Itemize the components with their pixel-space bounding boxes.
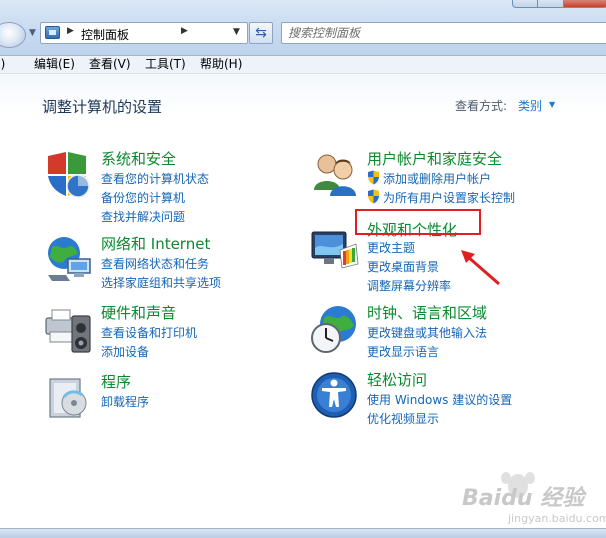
highlight-box <box>355 209 481 235</box>
search-box[interactable] <box>281 22 606 44</box>
menu-view[interactable]: 查看(V) <box>89 56 145 73</box>
ease-of-access-icon[interactable] <box>310 371 360 421</box>
address-dropdown-icon[interactable]: ▼ <box>233 27 240 37</box>
category-title-access[interactable]: 轻松访问 <box>367 369 427 390</box>
menu-file[interactable]: (F) <box>0 56 34 73</box>
category-title-system[interactable]: 系统和安全 <box>101 148 176 169</box>
link-change-display-language[interactable]: 更改显示语言 <box>367 343 439 360</box>
programs-box-icon[interactable] <box>44 373 94 423</box>
link-change-desktop-background[interactable]: 更改桌面背景 <box>367 258 439 275</box>
uac-shield-icon <box>368 170 379 185</box>
window-bottom-border <box>0 528 606 538</box>
chevron-down-icon[interactable]: ▼ <box>549 100 555 109</box>
minimize-button[interactable] <box>512 0 538 8</box>
menu-tools[interactable]: 工具(T) <box>145 56 200 73</box>
link-troubleshoot[interactable]: 查找并解决问题 <box>101 208 185 225</box>
uac-shield-icon <box>368 189 379 204</box>
link-uninstall-program[interactable]: 卸载程序 <box>101 393 149 410</box>
red-arrow-icon <box>461 250 500 286</box>
search-input[interactable] <box>288 25 588 41</box>
page-title: 调整计算机的设置 <box>42 98 163 116</box>
category-title-hardware[interactable]: 硬件和声音 <box>101 302 176 323</box>
link-backup-computer[interactable]: 备份您的计算机 <box>101 189 185 206</box>
link-homegroup-sharing[interactable]: 选择家庭组和共享选项 <box>101 274 221 291</box>
link-optimize-visual-display[interactable]: 优化视频显示 <box>367 410 439 427</box>
category-title-clock[interactable]: 时钟、语言和区域 <box>367 302 487 323</box>
window-controls <box>512 0 606 8</box>
link-change-theme[interactable]: 更改主题 <box>367 239 415 256</box>
clock-globe-icon[interactable] <box>310 304 360 354</box>
watermark-brand: Baidu 经验 <box>462 486 585 511</box>
printer-speaker-icon[interactable] <box>44 304 94 354</box>
link-add-device[interactable]: 添加设备 <box>101 343 149 360</box>
recent-pages-dropdown-icon[interactable]: ▼ <box>29 28 36 38</box>
address-bar[interactable]: ▶ 控制面板 ▶ ▼ <box>40 22 248 44</box>
view-by-label: 查看方式: <box>455 99 508 113</box>
breadcrumb-arrow-icon[interactable]: ▶ <box>67 26 74 36</box>
category-title-network[interactable]: 网络和 Internet <box>101 233 210 254</box>
shield-security-icon[interactable] <box>44 150 94 200</box>
refresh-icon: ⇆ <box>255 25 267 41</box>
control-panel-icon <box>45 26 60 39</box>
refresh-button[interactable]: ⇆ <box>249 22 273 44</box>
users-icon[interactable] <box>310 150 360 200</box>
link-devices-printers[interactable]: 查看设备和打印机 <box>101 324 197 341</box>
breadcrumb-control-panel[interactable]: 控制面板 <box>81 26 129 43</box>
view-by-dropdown[interactable]: 类别 <box>518 97 542 114</box>
monitor-palette-icon[interactable] <box>310 224 360 274</box>
close-button[interactable] <box>564 0 606 8</box>
link-view-computer-status[interactable]: 查看您的计算机状态 <box>101 170 209 187</box>
link-network-status[interactable]: 查看网络状态和任务 <box>101 255 209 272</box>
control-panel-content: 调整计算机的设置 查看方式: 类别 ▼ 系统和安全 查看您的计算机状态 备份您的… <box>0 75 606 528</box>
link-add-remove-accounts[interactable]: 添加或删除用户帐户 <box>383 170 491 187</box>
link-windows-suggested-settings[interactable]: 使用 Windows 建议的设置 <box>367 391 512 408</box>
menu-edit[interactable]: 编辑(E) <box>34 56 89 73</box>
link-parental-controls[interactable]: 为所有用户设置家长控制 <box>383 189 515 206</box>
watermark-url: jingyan.baidu.com <box>508 512 606 525</box>
menu-help[interactable]: 帮助(H) <box>200 56 260 73</box>
window-titlebar: ▼ ▶ 控制面板 ▶ ▼ ⇆ <box>0 0 606 56</box>
link-adjust-resolution[interactable]: 调整屏幕分辨率 <box>367 277 451 294</box>
network-globe-icon[interactable] <box>44 235 94 285</box>
category-title-programs[interactable]: 程序 <box>101 371 131 392</box>
menu-bar: (F) 编辑(E) 查看(V) 工具(T) 帮助(H) <box>0 56 606 74</box>
maximize-button[interactable] <box>538 0 564 8</box>
breadcrumb-arrow-icon[interactable]: ▶ <box>181 26 188 36</box>
back-forward-button[interactable] <box>0 22 26 48</box>
link-change-keyboard-input[interactable]: 更改键盘或其他输入法 <box>367 324 487 341</box>
category-title-users[interactable]: 用户帐户和家庭安全 <box>367 148 502 169</box>
